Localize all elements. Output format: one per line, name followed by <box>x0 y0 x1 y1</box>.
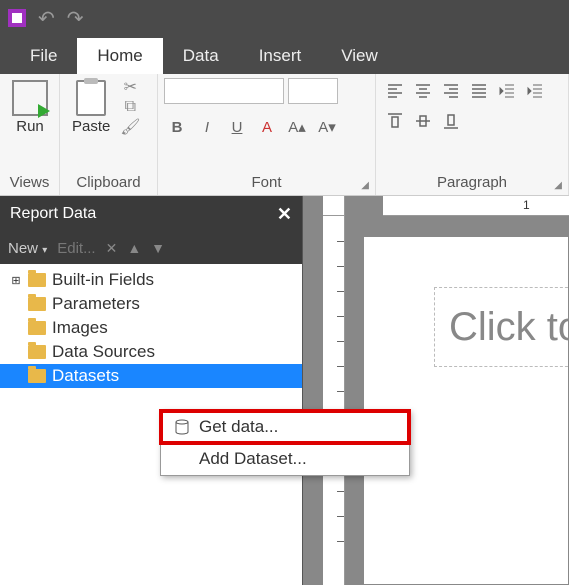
format-painter-button[interactable]: 🖌 <box>120 118 140 136</box>
folder-icon <box>28 273 46 287</box>
paragraph-dialog-launcher[interactable]: ◢ <box>554 180 562 191</box>
font-family-select[interactable] <box>164 78 284 104</box>
tree-item-parameters[interactable]: Parameters <box>0 292 302 316</box>
menu-label: Add Dataset... <box>199 449 307 469</box>
tree-label: Data Sources <box>52 342 155 362</box>
panel-new-button[interactable]: New ▾ <box>8 240 47 257</box>
tree-item-images[interactable]: Images <box>0 316 302 340</box>
ruler-horizontal: 1 <box>383 196 569 216</box>
tree-item-datasets[interactable]: Datasets <box>0 364 302 388</box>
group-clipboard-label: Clipboard <box>66 172 151 193</box>
panel-header: Report Data ✕ <box>0 196 302 232</box>
context-menu: Get data... Add Dataset... <box>160 410 410 476</box>
panel-close-button[interactable]: ✕ <box>277 204 292 225</box>
title-textbox[interactable]: Click to <box>434 287 569 367</box>
group-paragraph-label: Paragraph◢ <box>382 172 562 193</box>
menu-item-get-data[interactable]: Get data... <box>161 411 409 443</box>
tab-view[interactable]: View <box>321 38 398 74</box>
main-workspace: Report Data ✕ New ▾ Edit... ✕ ▲ ▼ ⊞ Buil… <box>0 196 569 585</box>
group-views: Run Views <box>0 74 60 195</box>
ruler-vertical <box>323 216 345 585</box>
group-views-label: Views <box>6 172 53 193</box>
font-color-button[interactable]: A <box>254 114 280 140</box>
tab-data[interactable]: Data <box>163 38 239 74</box>
tree-item-data-sources[interactable]: Data Sources <box>0 340 302 364</box>
ruler-mark: 1 <box>523 198 530 212</box>
ribbon: Run Views Paste ✂ ⧉ 🖌 Clipboard <box>0 74 569 196</box>
menu-item-add-dataset[interactable]: Add Dataset... <box>161 443 409 475</box>
menu-label: Get data... <box>199 417 278 437</box>
quick-access-toolbar: ↶ ↷ <box>0 0 569 36</box>
justify-button[interactable] <box>466 78 492 104</box>
paste-button[interactable]: Paste <box>66 78 116 137</box>
increase-indent-button[interactable] <box>522 78 548 104</box>
group-paragraph: Paragraph◢ <box>376 74 569 195</box>
database-icon <box>173 418 191 436</box>
folder-icon <box>28 321 46 335</box>
align-top-button[interactable] <box>382 108 408 134</box>
title-placeholder: Click to <box>449 305 569 350</box>
tab-insert[interactable]: Insert <box>239 38 322 74</box>
group-font-label: Font◢ <box>164 172 369 193</box>
panel-moveup-button[interactable]: ▲ <box>127 240 141 256</box>
folder-icon <box>28 297 46 311</box>
panel-movedown-button[interactable]: ▼ <box>151 240 165 256</box>
undo-button[interactable]: ↶ <box>38 6 55 31</box>
tab-file[interactable]: File <box>10 38 77 74</box>
folder-icon <box>28 369 46 383</box>
cut-button[interactable]: ✂ <box>120 78 140 96</box>
font-size-select[interactable] <box>288 78 338 104</box>
italic-button[interactable]: I <box>194 114 220 140</box>
save-button[interactable] <box>8 9 26 27</box>
align-bottom-button[interactable] <box>438 108 464 134</box>
group-clipboard: Paste ✂ ⧉ 🖌 Clipboard <box>60 74 158 195</box>
tree-label: Datasets <box>52 366 119 386</box>
blank-icon <box>173 450 191 468</box>
tab-home[interactable]: Home <box>77 38 162 74</box>
tree-label: Built-in Fields <box>52 270 154 290</box>
panel-edit-button: Edit... <box>57 240 95 257</box>
ribbon-tabs: File Home Data Insert View <box>0 36 569 74</box>
run-icon <box>12 80 48 116</box>
align-left-button[interactable] <box>382 78 408 104</box>
align-center-button[interactable] <box>410 78 436 104</box>
panel-title-text: Report Data <box>10 205 96 223</box>
folder-icon <box>28 345 46 359</box>
paste-icon <box>76 80 106 116</box>
paste-label: Paste <box>72 118 110 135</box>
tree-label: Parameters <box>52 294 140 314</box>
group-font: B I U A A▴ A▾ Font◢ <box>158 74 376 195</box>
ruler-corner <box>323 196 345 216</box>
panel-delete-button[interactable]: ✕ <box>106 240 118 257</box>
panel-toolbar: New ▾ Edit... ✕ ▲ ▼ <box>0 232 302 264</box>
design-canvas[interactable]: 1 Click to <box>303 196 569 585</box>
tree-item-builtin-fields[interactable]: ⊞ Built-in Fields <box>0 268 302 292</box>
redo-button[interactable]: ↷ <box>67 6 84 31</box>
run-label: Run <box>16 118 44 135</box>
align-middle-button[interactable] <box>410 108 436 134</box>
bold-button[interactable]: B <box>164 114 190 140</box>
grow-font-button[interactable]: A▴ <box>284 114 310 140</box>
underline-button[interactable]: U <box>224 114 250 140</box>
run-button[interactable]: Run <box>6 78 54 137</box>
decrease-indent-button[interactable] <box>494 78 520 104</box>
shrink-font-button[interactable]: A▾ <box>314 114 340 140</box>
font-dialog-launcher[interactable]: ◢ <box>361 180 369 191</box>
expand-icon[interactable]: ⊞ <box>10 274 22 287</box>
report-data-panel: Report Data ✕ New ▾ Edit... ✕ ▲ ▼ ⊞ Buil… <box>0 196 303 585</box>
align-right-button[interactable] <box>438 78 464 104</box>
tree-label: Images <box>52 318 108 338</box>
copy-button[interactable]: ⧉ <box>120 98 140 116</box>
